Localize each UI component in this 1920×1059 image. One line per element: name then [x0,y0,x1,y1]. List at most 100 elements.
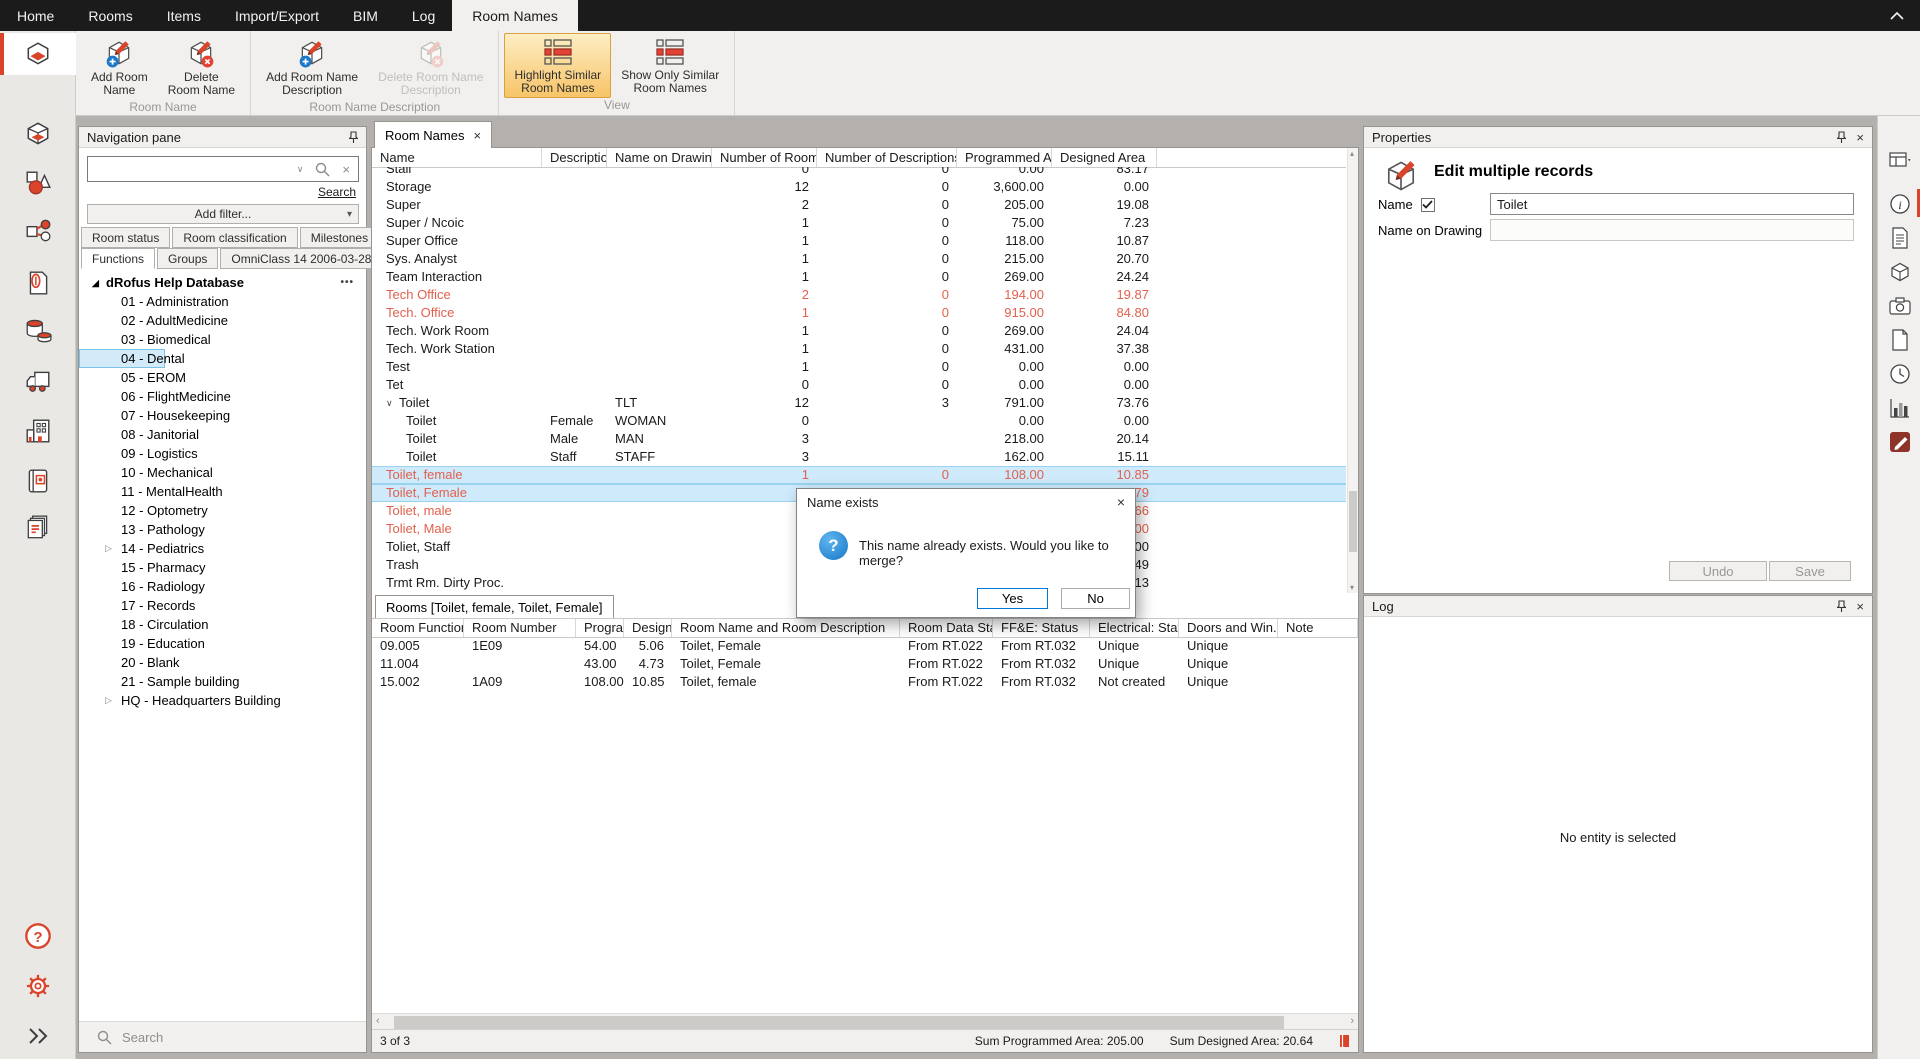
close-tab-icon[interactable]: × [473,129,481,142]
column-header[interactable]: Room Function # [372,619,464,637]
page-panel-icon[interactable] [1888,328,1912,352]
tab-room-names[interactable]: Room Names × [374,121,492,148]
table-row[interactable]: Tech Office 2 0 194.00 19.87 [372,286,1346,304]
tree-collapse-icon[interactable]: ▷ [105,691,112,710]
scrollbar-thumb[interactable] [1349,491,1357,552]
nav-filter-tab[interactable]: Milestones [300,227,379,248]
name-input[interactable] [1490,193,1854,215]
table-row[interactable]: Toilet Staff STAFF 3 162.00 15.11 [372,448,1346,466]
tree-item[interactable]: 15 - Pharmacy [79,558,366,577]
dialog-title-bar[interactable]: Name exists × [797,489,1135,515]
scroll-left-icon[interactable]: ‹ [376,1015,380,1027]
nav-filter-tab[interactable]: Room classification [172,227,297,248]
tree-item[interactable]: 21 - Sample building [79,672,366,691]
table-row[interactable]: Super / Ncoic 1 0 75.00 7.23 [372,214,1346,232]
tree-item[interactable]: 08 - Janitorial [79,425,366,444]
report-book-icon[interactable] [1339,1034,1350,1048]
menu-item[interactable]: BIM [336,0,395,31]
tree-item[interactable]: 10 - Mechanical [79,463,366,482]
settings-gear-icon[interactable] [23,971,53,1001]
tree-item[interactable]: 18 - Circulation [79,615,366,634]
tree-item[interactable]: ▷ HQ - Headquarters Building [79,691,366,710]
logistics-module-icon[interactable] [23,366,53,396]
tree-item[interactable]: 13 - Pathology [79,520,366,539]
nav-tab-functions[interactable]: Functions [81,248,155,269]
tab-rooms-selection[interactable]: Rooms [Toilet, female, Toilet, Female] [375,595,614,618]
document-panel-icon[interactable] [1888,226,1912,250]
tree-item[interactable]: 17 - Records [79,596,366,615]
room-row[interactable]: 15.002 1A09 108.00 10.85 Toilet, female … [372,673,1358,691]
column-header[interactable]: Designe... [624,619,672,637]
tree-item[interactable]: 07 - Housekeeping [79,406,366,425]
close-panel-icon[interactable]: × [1856,600,1864,613]
table-row[interactable]: Super Office 1 0 118.00 10.87 [372,232,1346,250]
add-room-name-button[interactable]: Add Room Name [81,33,158,100]
scroll-down-icon[interactable]: ▾ [1350,583,1354,592]
column-header[interactable]: Name [372,148,542,167]
column-header[interactable]: Number of Descriptions [817,148,957,167]
bottom-search-bar[interactable]: Search [79,1021,366,1052]
table-row[interactable]: Tech. Office 1 0 915.00 84.80 [372,304,1346,322]
edit-panel-icon[interactable] [1888,430,1912,454]
nav-tab-omniclass[interactable]: OmniClass 14 2006-03-28 [220,248,382,269]
search-icon[interactable] [315,162,330,177]
tree-item[interactable]: 11 - MentalHealth [79,482,366,501]
tree-collapse-icon[interactable]: ▷ [105,539,112,558]
bim-model-panel-icon[interactable] [1888,260,1912,284]
scroll-up-icon[interactable]: ▴ [1350,149,1354,158]
tree-item[interactable]: 06 - FlightMedicine [79,387,366,406]
table-row[interactable]: Team Interaction 1 0 269.00 24.24 [372,268,1346,286]
tree-item[interactable]: 19 - Education [79,634,366,653]
scrollbar-thumb[interactable] [394,1016,1284,1029]
navigation-search-input[interactable]: ∨ × [87,156,359,182]
save-button[interactable]: Save [1769,561,1851,581]
menu-item[interactable]: Items [150,0,218,31]
column-header[interactable]: Description [542,148,607,167]
tree-item[interactable]: 01 - Administration [79,292,366,311]
table-row[interactable]: Tech. Work Room 1 0 269.00 24.04 [372,322,1346,340]
name-on-drawing-input[interactable] [1490,219,1854,241]
column-header[interactable]: FF&E: Status [993,619,1090,637]
table-row[interactable]: Storage 12 0 3,600.00 0.00 [372,178,1346,196]
pin-icon[interactable] [1837,131,1846,144]
camera-panel-icon[interactable] [1888,294,1912,318]
table-row[interactable]: Toilet Male MAN 3 218.00 20.14 [372,430,1346,448]
pin-icon[interactable] [1837,600,1846,613]
collapse-ribbon-icon[interactable] [1874,0,1920,31]
menu-item[interactable]: Home [0,0,71,31]
column-header[interactable]: Room Number [464,619,576,637]
room-row[interactable]: 09.005 1E09 54.00 5.06 Toilet, Female Fr… [372,637,1358,655]
yes-button[interactable]: Yes [977,588,1048,609]
tree-item[interactable]: 02 - AdultMedicine [79,311,366,330]
column-header[interactable]: Designed Area [1052,148,1157,167]
table-row[interactable]: Tet 0 0 0.00 0.00 [372,376,1346,394]
tree-root-item[interactable]: ◢ dRofus Help Database ••• [79,273,366,292]
buildings-module-icon[interactable] [23,416,53,446]
tree-item[interactable]: 05 - EROM [79,368,366,387]
tree-item[interactable]: 12 - Optometry [79,501,366,520]
tree-item[interactable]: ▷ 14 - Pediatrics [79,539,366,558]
menu-item[interactable]: Import/Export [218,0,336,31]
table-row[interactable]: ∨Toilet TLT 12 3 791.00 73.76 [372,394,1346,412]
items-module-icon[interactable] [23,168,53,198]
info-panel-icon[interactable]: i [1888,192,1912,216]
menu-tab-room-names[interactable]: Room Names [452,0,578,31]
room-list-icon[interactable] [23,119,53,149]
nav-filter-tab[interactable]: Room status [81,227,170,248]
name-checkbox[interactable] [1421,198,1435,212]
tree-item[interactable]: 20 - Blank [79,653,366,672]
no-button[interactable]: No [1061,588,1130,609]
tree-more-icon[interactable]: ••• [340,273,354,292]
catalog-module-icon[interactable] [23,466,53,496]
search-link[interactable]: Search [318,185,356,199]
room-row[interactable]: 11.004 43.00 4.73 Toilet, Female From RT… [372,655,1358,673]
table-row[interactable]: Sys. Analyst 1 0 215.00 20.70 [372,250,1346,268]
expand-sidebar-icon[interactable] [23,1021,53,1051]
row-expand-icon[interactable]: ∨ [386,394,399,412]
table-row[interactable]: Super 2 0 205.00 19.08 [372,196,1346,214]
table-row[interactable]: Test 1 0 0.00 0.00 [372,358,1346,376]
column-header[interactable]: Electrical: Status [1090,619,1179,637]
systems-module-icon[interactable] [23,216,53,246]
add-room-name-description-button[interactable]: Add Room Name Description [256,33,368,100]
tree-item[interactable]: 03 - Biomedical [79,330,366,349]
